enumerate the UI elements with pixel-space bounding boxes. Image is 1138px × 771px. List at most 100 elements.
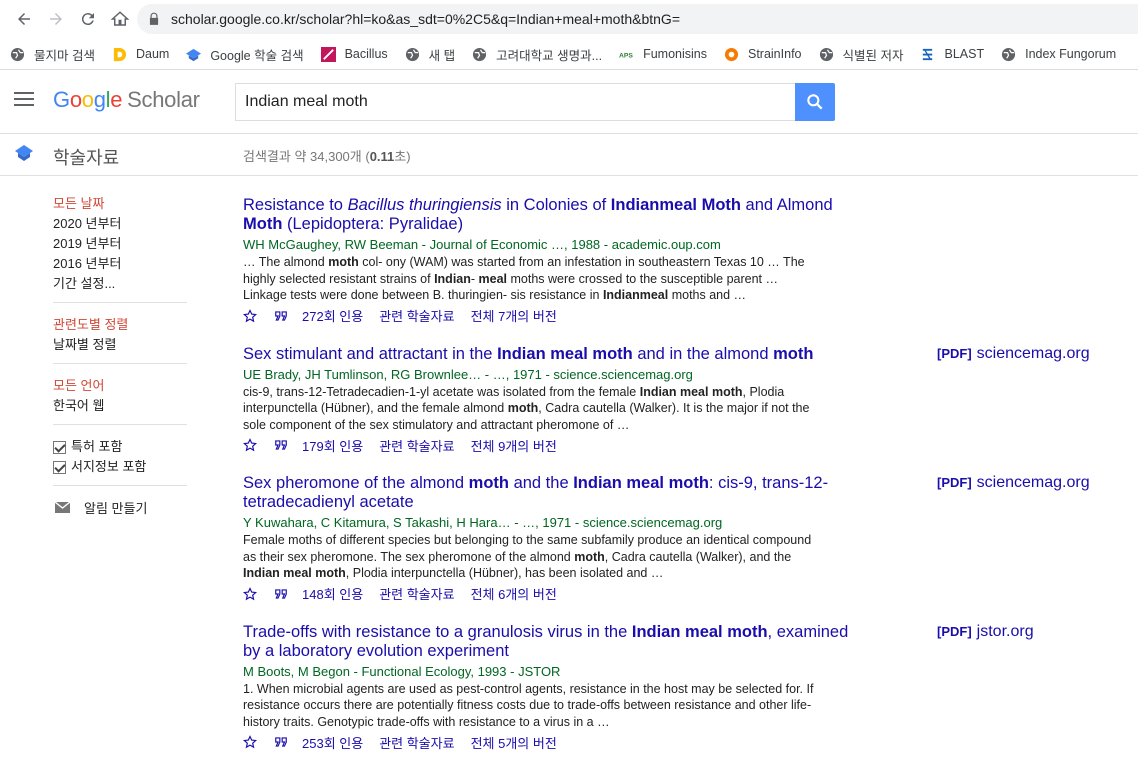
- save-star-icon[interactable]: [242, 438, 258, 452]
- arrow-left-icon: [18, 13, 30, 25]
- language-group: 모든 언어 한국어 웹: [53, 376, 187, 425]
- result-title-link[interactable]: Sex pheromone of the almond moth and the…: [243, 474, 858, 512]
- related-articles-link[interactable]: 관련 학술자료: [379, 306, 454, 325]
- cite-quote-icon[interactable]: [274, 438, 288, 452]
- result-actions: 272회 인용 관련 학술자료 전체 7개의 버전: [242, 306, 1123, 325]
- checkbox-label: 특허 포함: [71, 439, 123, 454]
- scholar-cap-icon: [15, 145, 33, 161]
- dates-option[interactable]: 2016 년부터: [53, 254, 187, 274]
- globe-icon: [405, 47, 420, 62]
- pdf-tag: [PDF]: [937, 345, 972, 361]
- result-snippet: cis-9, trans-12-Tetradecadien-1-yl aceta…: [243, 384, 810, 432]
- straininfo-icon: [724, 47, 739, 62]
- langs-option[interactable]: 모든 언어: [53, 376, 187, 396]
- result-item: Sex stimulant and attractant in the Indi…: [242, 345, 1123, 455]
- dates-option[interactable]: 2019 년부터: [53, 234, 187, 254]
- bookmark-label: StrainInfo: [747, 47, 802, 61]
- bookmark-item[interactable]: 식별된 저자: [819, 45, 903, 64]
- bookmark-item[interactable]: APS Fumonisins: [619, 47, 707, 62]
- search-button[interactable]: [795, 83, 835, 121]
- cited-by-link[interactable]: 272회 인용: [302, 306, 363, 325]
- related-articles-link[interactable]: 관련 학술자료: [379, 436, 454, 455]
- result-title-link[interactable]: Sex stimulant and attractant in the Indi…: [243, 345, 858, 364]
- save-star-icon[interactable]: [242, 308, 258, 323]
- blast-icon: [920, 47, 935, 62]
- pdf-link[interactable]: [PDF] sciencemag.org: [937, 345, 1090, 363]
- checkbox-checked-icon[interactable]: [53, 460, 66, 474]
- result-item: Trade-offs with resistance to a granulos…: [242, 623, 1123, 752]
- related-articles-link[interactable]: 관련 학술자료: [379, 733, 454, 752]
- result-authors: WH McGaughey, RW Beeman - Journal of Eco…: [243, 237, 721, 252]
- daum-icon: [112, 47, 127, 62]
- bookmark-label: Bacillus: [344, 47, 388, 61]
- svg-text:APS: APS: [619, 52, 633, 59]
- include-checkbox[interactable]: 서지정보 포함: [53, 457, 187, 477]
- sort-group: 관련도별 정렬 날짜별 정렬: [53, 315, 187, 364]
- cited-by-link[interactable]: 148회 인용: [302, 584, 363, 603]
- cited-by-link[interactable]: 179회 인용: [302, 436, 363, 455]
- checkbox-checked-icon[interactable]: [53, 440, 66, 454]
- bookmark-item[interactable]: Daum: [112, 47, 169, 62]
- aps-icon: APS: [619, 47, 634, 62]
- dates-option[interactable]: 기간 설정...: [53, 274, 187, 294]
- dates-option[interactable]: 모든 날짜: [53, 194, 187, 214]
- browser-chrome: scholar.google.co.kr/scholar?hl=ko&as_sd…: [0, 0, 1138, 70]
- related-articles-link[interactable]: 관련 학술자료: [379, 584, 454, 603]
- create-alert-link[interactable]: 알림 만들기: [53, 498, 187, 517]
- pdf-source: sciencemag.org: [976, 474, 1090, 491]
- bookmark-label: Fumonisins: [643, 47, 707, 61]
- reload-button[interactable]: [72, 3, 104, 35]
- arrow-right-icon: [50, 13, 62, 25]
- bookmark-item[interactable]: 새 탭: [405, 45, 455, 64]
- menu-icon[interactable]: [14, 92, 34, 108]
- bookmark-item[interactable]: Bacillus: [320, 46, 388, 62]
- url-text: scholar.google.co.kr/scholar?hl=ko&as_sd…: [171, 11, 680, 27]
- result-actions: 253회 인용 관련 학술자료 전체 5개의 버전: [242, 733, 1123, 752]
- globe-icon: [472, 47, 487, 62]
- bookmark-item[interactable]: StrainInfo: [724, 47, 802, 62]
- search-input[interactable]: Indian meal moth: [235, 83, 796, 121]
- include-checkbox[interactable]: 특허 포함: [53, 437, 187, 457]
- result-item: Resistance to Bacillus thuringiensis in …: [242, 196, 1123, 325]
- bookmark-item[interactable]: BLAST: [920, 47, 984, 62]
- reload-icon: [81, 13, 94, 26]
- bookmark-item[interactable]: Google 학술 검색: [186, 45, 304, 64]
- globe-icon: [819, 47, 834, 62]
- save-star-icon[interactable]: [242, 586, 258, 601]
- bookmark-item[interactable]: 물지마 검색: [10, 45, 95, 64]
- all-versions-link[interactable]: 전체 6개의 버전: [471, 584, 557, 603]
- result-authors: UE Brady, JH Tumlinson, RG Brownlee… - ……: [243, 366, 693, 382]
- bookmark-item[interactable]: 고려대학교 생명과...: [472, 45, 602, 64]
- sub-header: 학술자료 검색결과 약 34,300개 (0.11초): [0, 134, 1138, 176]
- result-title-link[interactable]: Trade-offs with resistance to a granulos…: [243, 623, 858, 661]
- home-button[interactable]: [104, 3, 136, 35]
- save-star-icon[interactable]: [242, 735, 258, 749]
- pdf-link[interactable]: [PDF] sciencemag.org: [937, 474, 1090, 492]
- result-snippet: … The almond moth col- ony (WAM) was sta…: [243, 255, 805, 302]
- cited-by-link[interactable]: 253회 인용: [302, 733, 363, 752]
- cite-quote-icon[interactable]: [274, 309, 288, 323]
- home-icon: [111, 11, 129, 26]
- result-snippet: Female moths of different species but be…: [243, 533, 812, 580]
- results-list: Resistance to Bacillus thuringiensis in …: [242, 196, 1123, 771]
- all-versions-link[interactable]: 전체 7개의 버전: [471, 306, 557, 325]
- all-versions-link[interactable]: 전체 5개의 버전: [471, 733, 557, 752]
- sorts-option[interactable]: 관련도별 정렬: [53, 315, 187, 335]
- globe-icon: [10, 47, 25, 62]
- sorts-option[interactable]: 날짜별 정렬: [53, 335, 187, 355]
- back-button[interactable]: [8, 3, 40, 35]
- filter-sidebar: 모든 날짜 2020 년부터 2019 년부터 2016 년부터 기간 설정... 관련…: [53, 194, 187, 517]
- cite-quote-icon[interactable]: [274, 735, 288, 749]
- dates-option[interactable]: 2020 년부터: [53, 214, 187, 234]
- scholar-logo[interactable]: Google Scholar: [53, 87, 200, 113]
- cite-quote-icon[interactable]: [274, 587, 288, 601]
- globe-icon: [1001, 47, 1016, 62]
- pdf-link[interactable]: [PDF] jstor.org: [937, 623, 1034, 641]
- result-authors: Y Kuwahara, C Kitamura, S Takashi, H Har…: [243, 515, 723, 530]
- forward-button[interactable]: [40, 3, 72, 35]
- result-title-link[interactable]: Resistance to Bacillus thuringiensis in …: [243, 196, 858, 234]
- langs-option[interactable]: 한국어 웹: [53, 396, 187, 416]
- all-versions-link[interactable]: 전체 9개의 버전: [471, 436, 557, 455]
- address-bar[interactable]: scholar.google.co.kr/scholar?hl=ko&as_sd…: [137, 4, 1138, 34]
- bookmark-item[interactable]: Index Fungorum: [1001, 47, 1116, 62]
